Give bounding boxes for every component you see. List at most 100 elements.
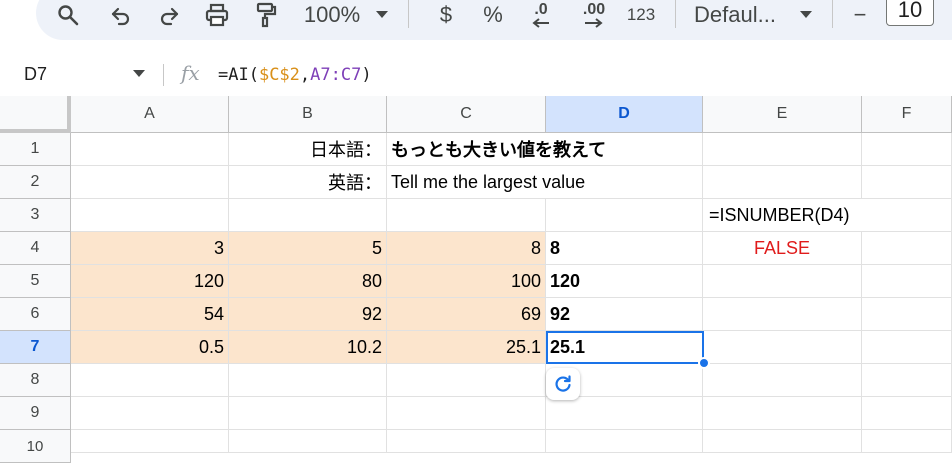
decrease-font-size-button[interactable]: − bbox=[848, 0, 872, 30]
cell-f8[interactable] bbox=[862, 364, 952, 397]
cell-d5[interactable]: 120 bbox=[546, 265, 703, 298]
cell-e3[interactable]: =ISNUMBER(D4) bbox=[703, 199, 862, 232]
cell-c3[interactable] bbox=[387, 199, 546, 232]
cell-f4[interactable] bbox=[862, 232, 952, 265]
cell-e4[interactable]: FALSE bbox=[703, 232, 862, 265]
row-header-6[interactable]: 6 bbox=[0, 298, 71, 331]
toolbar-divider bbox=[408, 0, 409, 28]
cell-d6[interactable]: 92 bbox=[546, 298, 703, 331]
cell-e9[interactable] bbox=[703, 397, 862, 430]
cell-c2[interactable]: Tell me the largest value bbox=[387, 166, 585, 199]
cell-c9[interactable] bbox=[387, 397, 546, 430]
cell-d3[interactable] bbox=[546, 199, 703, 232]
increase-decimal-button[interactable]: .00 bbox=[574, 0, 614, 30]
cell-d10[interactable] bbox=[546, 430, 703, 453]
cell-a2[interactable] bbox=[71, 166, 229, 199]
column-header-e[interactable]: E bbox=[703, 96, 862, 133]
row-header-10[interactable]: 10 bbox=[0, 430, 71, 463]
cell-b4[interactable]: 5 bbox=[229, 232, 387, 265]
row-header-9[interactable]: 9 bbox=[0, 397, 71, 430]
column-header-d[interactable]: D bbox=[546, 96, 703, 133]
cell-b9[interactable] bbox=[229, 397, 387, 430]
redo-icon[interactable] bbox=[155, 0, 183, 30]
row-header-8[interactable]: 8 bbox=[0, 364, 71, 397]
undo-icon[interactable] bbox=[107, 0, 135, 30]
formula-comma: , bbox=[299, 65, 311, 85]
cell-e1[interactable] bbox=[703, 133, 862, 166]
cell-b2[interactable]: 英語： bbox=[229, 166, 387, 199]
cell-f7[interactable] bbox=[862, 331, 952, 364]
cell-b5[interactable]: 80 bbox=[229, 265, 387, 298]
percent-format-button[interactable]: % bbox=[480, 0, 506, 30]
cell-b1[interactable]: 日本語： bbox=[229, 133, 387, 166]
cell-a7[interactable]: 0.5 bbox=[71, 331, 229, 364]
cell-d2[interactable] bbox=[546, 166, 703, 199]
column-header-b[interactable]: B bbox=[229, 96, 387, 133]
cell-f6[interactable] bbox=[862, 298, 952, 331]
cell-a3[interactable] bbox=[71, 199, 229, 232]
cell-a8[interactable] bbox=[71, 364, 229, 397]
column-header-a[interactable]: A bbox=[71, 96, 229, 133]
row-header-3[interactable]: 3 bbox=[0, 199, 71, 232]
font-family-select[interactable]: Defaul... bbox=[694, 0, 784, 30]
cell-a5[interactable]: 120 bbox=[71, 265, 229, 298]
cell-f5[interactable] bbox=[862, 265, 952, 298]
cell-c4[interactable]: 8 bbox=[387, 232, 546, 265]
cell-d1[interactable] bbox=[546, 133, 703, 166]
select-all-corner[interactable] bbox=[0, 96, 71, 133]
chevron-down-icon[interactable] bbox=[798, 0, 814, 30]
cell-c7[interactable]: 25.1 bbox=[387, 331, 546, 364]
cell-c6[interactable]: 69 bbox=[387, 298, 546, 331]
refresh-button[interactable] bbox=[546, 368, 580, 400]
decrease-decimal-button[interactable]: .0 bbox=[524, 0, 558, 30]
cell-a4[interactable]: 3 bbox=[71, 232, 229, 265]
chevron-down-icon[interactable] bbox=[374, 0, 390, 30]
cell-f3[interactable] bbox=[862, 199, 952, 232]
cell-b8[interactable] bbox=[229, 364, 387, 397]
cell-b6[interactable]: 92 bbox=[229, 298, 387, 331]
cell-a10[interactable] bbox=[71, 430, 229, 453]
currency-format-button[interactable]: $ bbox=[434, 0, 458, 30]
cell-e6[interactable] bbox=[703, 298, 862, 331]
cell-a6[interactable]: 54 bbox=[71, 298, 229, 331]
cell-d9[interactable] bbox=[546, 397, 703, 430]
row-header-1[interactable]: 1 bbox=[0, 133, 71, 166]
number-format-button[interactable]: 123 bbox=[622, 0, 660, 30]
row-header-2[interactable]: 2 bbox=[0, 166, 71, 199]
name-box[interactable]: D7 bbox=[24, 64, 47, 85]
column-header-f[interactable]: F bbox=[862, 96, 952, 133]
zoom-value[interactable]: 100% bbox=[300, 0, 364, 30]
refresh-icon bbox=[555, 375, 571, 392]
cell-c10[interactable] bbox=[387, 430, 546, 453]
column-header-c[interactable]: C bbox=[387, 96, 546, 133]
cell-e2[interactable] bbox=[703, 166, 862, 199]
row-header-5[interactable]: 5 bbox=[0, 265, 71, 298]
print-icon[interactable] bbox=[202, 0, 232, 30]
cell-f1[interactable] bbox=[862, 133, 952, 166]
cell-b3[interactable] bbox=[229, 199, 387, 232]
cell-e5[interactable] bbox=[703, 265, 862, 298]
row-header-4[interactable]: 4 bbox=[0, 232, 71, 265]
cell-a1[interactable] bbox=[71, 133, 229, 166]
search-icon[interactable] bbox=[54, 0, 82, 30]
cell-b10[interactable] bbox=[229, 430, 387, 453]
fill-handle[interactable] bbox=[698, 357, 710, 369]
cell-d7[interactable]: 25.1 bbox=[546, 331, 703, 364]
cell-f2[interactable] bbox=[862, 166, 952, 199]
cell-d4[interactable]: 8 bbox=[546, 232, 703, 265]
formula-input[interactable]: =AI($C$2,A7:C7) bbox=[218, 65, 372, 85]
cell-f9[interactable] bbox=[862, 397, 952, 430]
cell-f10[interactable] bbox=[862, 430, 952, 453]
cell-c1[interactable]: もっとも大きい値を教えて bbox=[387, 133, 606, 166]
cell-c5[interactable]: 100 bbox=[387, 265, 546, 298]
cell-b7[interactable]: 10.2 bbox=[229, 331, 387, 364]
row-header-7[interactable]: 7 bbox=[0, 331, 71, 364]
cell-c8[interactable] bbox=[387, 364, 546, 397]
cell-e8[interactable] bbox=[703, 364, 862, 397]
cell-e7[interactable] bbox=[703, 331, 862, 364]
cell-a9[interactable] bbox=[71, 397, 229, 430]
font-size-input[interactable]: 10 bbox=[886, 0, 934, 26]
cell-e10[interactable] bbox=[703, 430, 862, 453]
chevron-down-icon[interactable] bbox=[133, 70, 145, 77]
paint-format-icon[interactable] bbox=[252, 0, 280, 30]
